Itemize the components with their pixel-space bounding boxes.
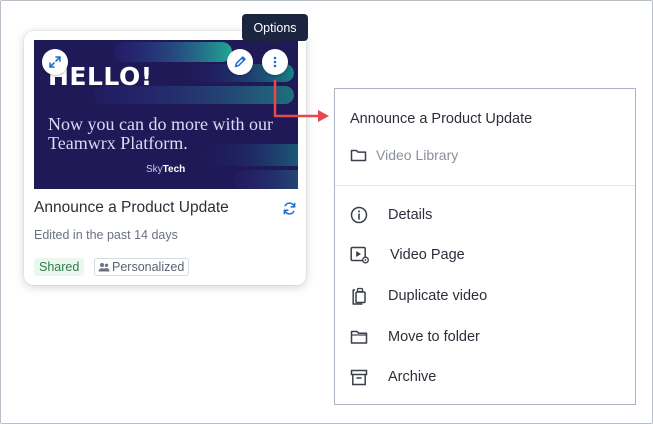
menu-library-label: Video Library xyxy=(376,147,459,163)
menu-item-archive[interactable]: Archive xyxy=(350,366,620,388)
menu-item-label: Video Page xyxy=(390,247,465,263)
brand-suffix: Tech xyxy=(162,164,186,175)
card-title[interactable]: Announce a Product Update xyxy=(34,199,229,217)
annotation-arrow xyxy=(273,80,329,122)
options-tooltip: Options xyxy=(242,14,308,46)
thumbnail-tagline: Now you can do more with our Teamwrx Pla… xyxy=(48,114,273,153)
expand-icon xyxy=(49,56,61,68)
folder-icon xyxy=(350,149,367,162)
menu-divider xyxy=(335,185,635,186)
personalized-badge: Personalized xyxy=(94,258,190,276)
menu-item-label: Duplicate video xyxy=(388,288,488,304)
folder-icon xyxy=(350,330,368,344)
menu-item-label: Details xyxy=(388,207,433,223)
sync-icon[interactable] xyxy=(282,201,297,216)
menu-item-label: Move to folder xyxy=(388,329,480,345)
menu-item-video-page[interactable]: Video Page xyxy=(350,244,620,266)
kebab-icon xyxy=(273,56,277,68)
menu-item-duplicate-video[interactable]: Duplicate video xyxy=(350,285,620,307)
video-card[interactable]: HELLO! Now you can do more with our Team… xyxy=(24,31,306,285)
menu-item-details[interactable]: Details xyxy=(350,204,620,226)
menu-item-move-to-folder[interactable]: Move to folder xyxy=(350,326,620,348)
thumbnail-brand: SkyTech xyxy=(146,164,185,175)
users-icon xyxy=(98,263,110,272)
info-icon xyxy=(350,206,368,224)
card-edited-text: Edited in the past 14 days xyxy=(34,228,178,242)
video-thumbnail[interactable]: HELLO! Now you can do more with our Team… xyxy=(34,40,298,189)
menu-library-location[interactable]: Video Library xyxy=(350,147,458,163)
menu-video-title: Announce a Product Update xyxy=(350,111,533,127)
expand-button[interactable] xyxy=(42,49,68,75)
archive-icon xyxy=(350,369,368,385)
duplicate-icon xyxy=(352,287,366,305)
options-button[interactable] xyxy=(262,49,288,75)
shared-badge: Shared xyxy=(34,258,85,276)
options-menu: Announce a Product Update Video Library … xyxy=(334,88,636,405)
menu-item-label: Archive xyxy=(388,369,437,385)
edit-button[interactable] xyxy=(227,49,253,75)
personalized-label: Personalized xyxy=(112,260,185,274)
video-page-icon xyxy=(350,246,369,264)
brand-prefix: Sky xyxy=(146,164,163,175)
pencil-icon xyxy=(234,56,246,68)
